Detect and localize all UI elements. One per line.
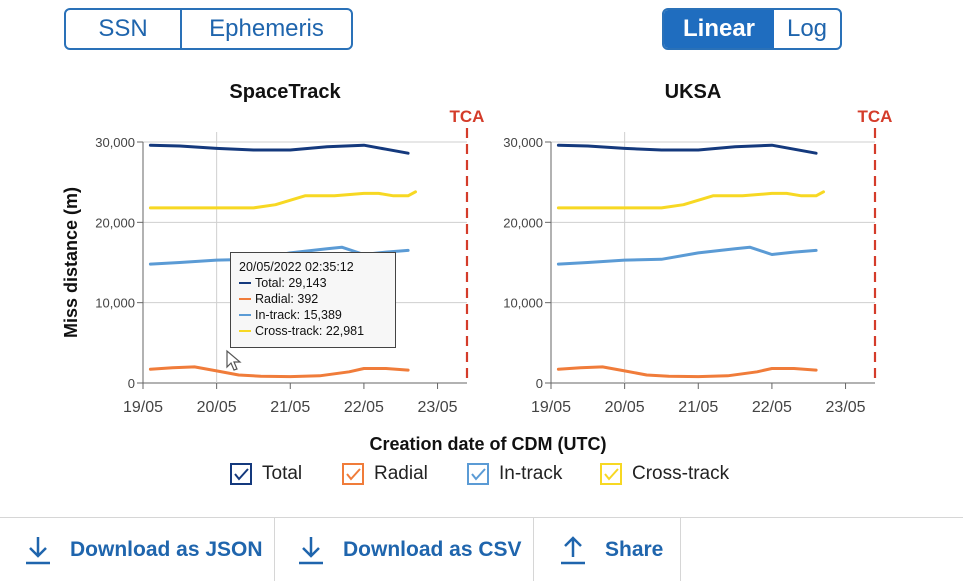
linear-button[interactable]: Linear bbox=[664, 10, 774, 48]
x-tick-label: 21/05 bbox=[270, 399, 310, 416]
legend-intrack-label: In-track bbox=[499, 463, 563, 484]
chart-title: SpaceTrack bbox=[229, 81, 341, 103]
checkbox-icon bbox=[600, 463, 622, 485]
tooltip-intrack: In-track: 15,389 bbox=[255, 308, 342, 322]
chart-tooltip: 20/05/2022 02:35:12 Total: 29,143 Radial… bbox=[230, 252, 396, 348]
source-toggle: SSN Ephemeris bbox=[64, 8, 353, 50]
x-axis-label: Creation date of CDM (UTC) bbox=[370, 434, 607, 454]
download-csv-label: Download as CSV bbox=[343, 537, 522, 561]
tooltip-crosstrack: Cross-track: 22,981 bbox=[255, 324, 365, 338]
tooltip-date: 20/05/2022 02:35:12 bbox=[239, 260, 354, 274]
legend-radial[interactable]: Radial bbox=[342, 463, 428, 485]
divider bbox=[274, 518, 275, 581]
x-tick-label: 19/05 bbox=[531, 399, 571, 416]
mouse-cursor-icon bbox=[226, 349, 242, 371]
chart-title: UKSA bbox=[665, 81, 722, 103]
y-tick-label: 0 bbox=[536, 376, 543, 391]
y-tick-label: 20,000 bbox=[503, 215, 543, 230]
upload-icon bbox=[561, 535, 585, 564]
legend-intrack[interactable]: In-track bbox=[467, 463, 562, 485]
log-button[interactable]: Log bbox=[774, 10, 840, 48]
legend-radial-label: Radial bbox=[374, 463, 428, 484]
checkbox-icon bbox=[467, 463, 489, 485]
x-tick-label: 23/05 bbox=[418, 399, 458, 416]
tooltip-radial: Radial: 392 bbox=[255, 292, 319, 306]
download-json-button[interactable]: Download as JSON bbox=[24, 518, 263, 581]
divider bbox=[533, 518, 534, 581]
series-line-crosstrack bbox=[556, 190, 825, 210]
legend-total[interactable]: Total bbox=[230, 463, 302, 485]
tooltip-total-swatch bbox=[239, 282, 251, 284]
legend-crosstrack-label: Cross-track bbox=[632, 463, 730, 484]
legend-crosstrack[interactable]: Cross-track bbox=[600, 463, 729, 485]
divider bbox=[680, 518, 681, 581]
tooltip-intrack-swatch bbox=[239, 314, 251, 316]
x-tick-label: 22/05 bbox=[344, 399, 384, 416]
x-tick-label: 22/05 bbox=[752, 399, 792, 416]
y-tick-label: 10,000 bbox=[95, 296, 135, 311]
download-json-label: Download as JSON bbox=[70, 537, 263, 561]
series-line-radial bbox=[556, 365, 818, 379]
tca-label: TCA bbox=[858, 107, 893, 126]
chart-legend: Total Radial In-track Cross-track bbox=[0, 463, 963, 493]
series-line-radial bbox=[148, 365, 410, 379]
series-line-total bbox=[556, 143, 818, 155]
download-icon bbox=[26, 536, 50, 564]
tooltip-crosstrack-swatch bbox=[239, 330, 251, 332]
tca-label: TCA bbox=[450, 107, 485, 126]
series-line-total bbox=[148, 143, 410, 155]
x-tick-label: 21/05 bbox=[678, 399, 718, 416]
series-line-crosstrack bbox=[148, 190, 417, 210]
share-label: Share bbox=[605, 537, 664, 561]
ssn-button[interactable]: SSN bbox=[66, 10, 182, 48]
action-bar: Download as JSON Download as CSV Share bbox=[0, 517, 963, 581]
tooltip-radial-swatch bbox=[239, 298, 251, 300]
x-tick-label: 19/05 bbox=[123, 399, 163, 416]
y-tick-label: 10,000 bbox=[503, 296, 543, 311]
x-tick-label: 23/05 bbox=[826, 399, 866, 416]
y-tick-label: 30,000 bbox=[95, 135, 135, 150]
y-tick-label: 0 bbox=[128, 376, 135, 391]
charts-area: SpaceTrack 0 10,000 20,000 30,000 19/05 20/05 2… bbox=[61, 81, 893, 454]
series-line-intrack bbox=[556, 245, 818, 266]
y-tick-label: 20,000 bbox=[95, 215, 135, 230]
tooltip-total: Total: 29,143 bbox=[255, 276, 327, 290]
legend-total-label: Total bbox=[262, 463, 303, 484]
y-tick-label: 30,000 bbox=[503, 135, 543, 150]
y-axis-label: Miss distance (m) bbox=[61, 187, 81, 338]
checkbox-icon bbox=[342, 463, 364, 485]
download-icon bbox=[299, 536, 323, 564]
checkbox-icon bbox=[230, 463, 252, 485]
share-button[interactable]: Share bbox=[559, 518, 663, 581]
download-csv-button[interactable]: Download as CSV bbox=[297, 518, 522, 581]
x-tick-label: 20/05 bbox=[197, 399, 237, 416]
x-tick-label: 20/05 bbox=[605, 399, 645, 416]
ephemeris-button[interactable]: Ephemeris bbox=[182, 10, 351, 48]
scale-toggle: Linear Log bbox=[662, 8, 842, 50]
